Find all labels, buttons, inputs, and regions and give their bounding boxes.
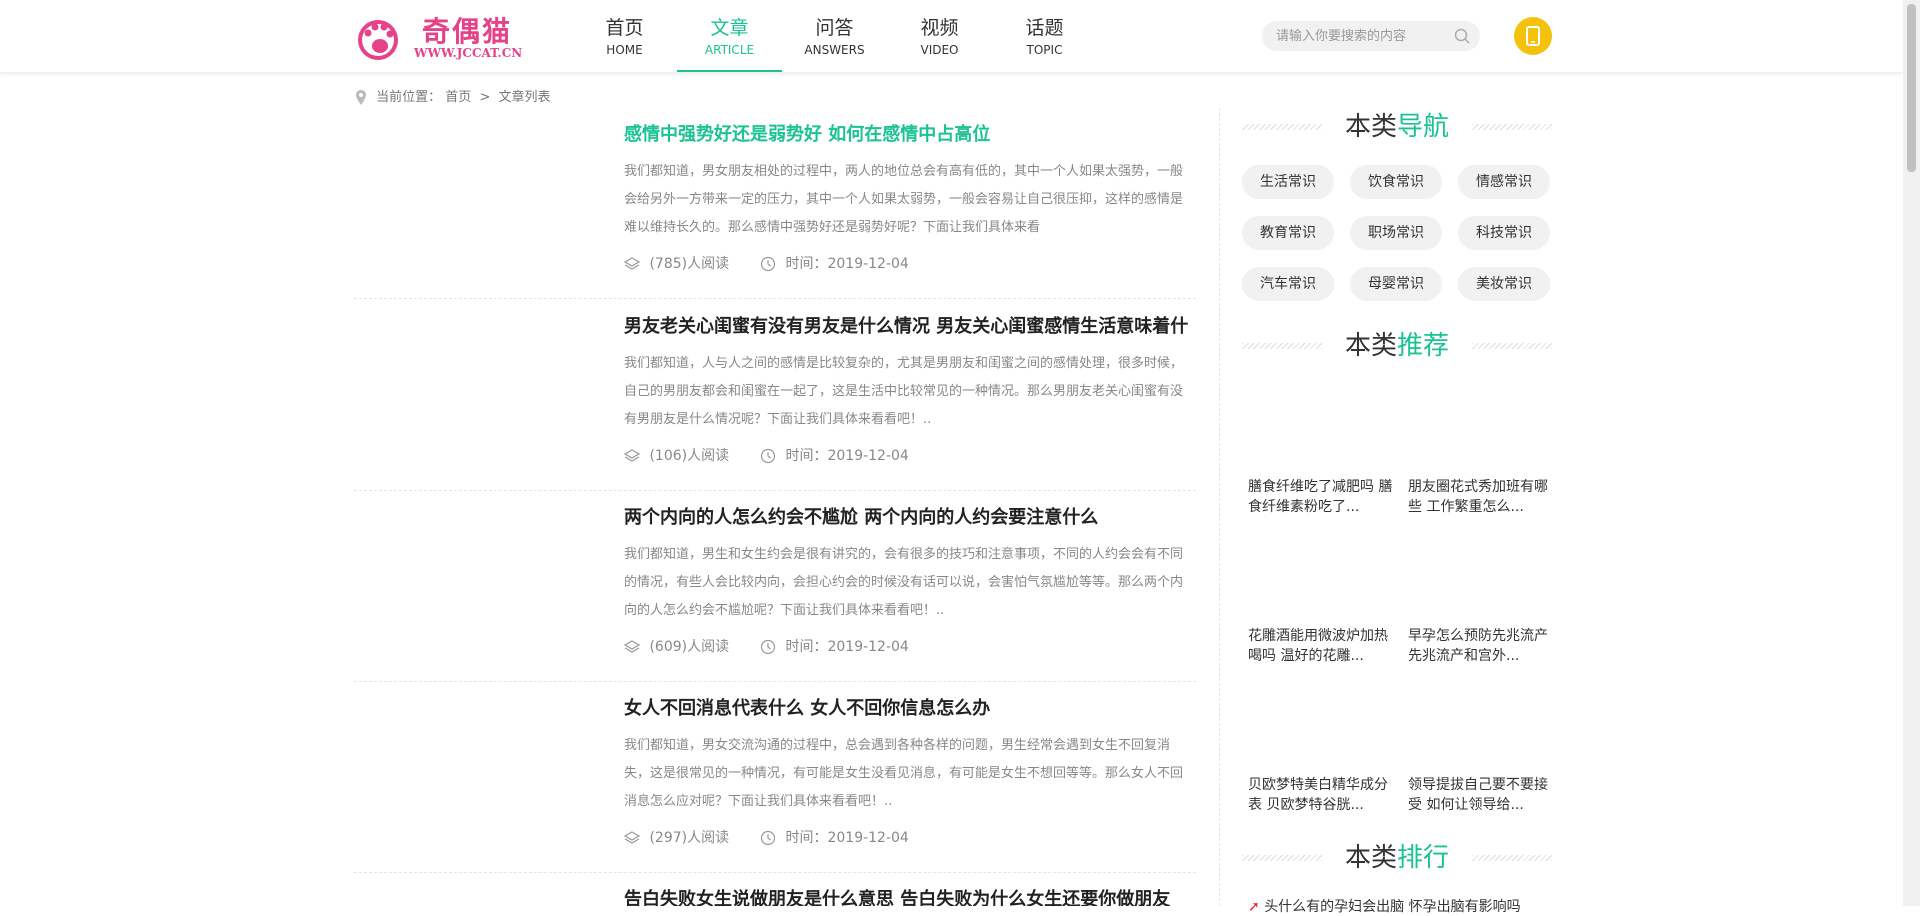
- site-header: 奇偶猫 WWW.JCCAT.CN 首页 HOME 文章 ARTICLE 问答 A…: [0, 0, 1902, 73]
- recommend-item-link[interactable]: 领导提拔自己要不要接受 如何让领导给...: [1408, 775, 1558, 815]
- recommend-item-link[interactable]: 膳食纤维吃了减肥吗 膳食纤维素粉吃了...: [1248, 477, 1398, 517]
- category-tag[interactable]: 汽车常识: [1242, 267, 1334, 301]
- breadcrumb-current: 文章列表: [498, 90, 551, 105]
- article-date: 时间：2019-12-04: [785, 830, 909, 846]
- article-read-count: (297)人阅读: [649, 830, 730, 846]
- article-title-link[interactable]: 告白失败女生说做朋友是什么意思 告白失败为什么女生还要你做朋友: [624, 887, 1194, 906]
- nav-home-sublabel: HOME: [606, 43, 643, 57]
- mobile-version-button[interactable]: [1514, 17, 1552, 55]
- article-title-link[interactable]: 女人不回消息代表什么 女人不回你信息怎么办: [624, 696, 1194, 722]
- nav-video-sublabel: VIDEO: [920, 43, 959, 57]
- heading-text: 本类: [1344, 843, 1397, 873]
- nav-article[interactable]: 文章 ARTICLE: [677, 0, 782, 72]
- page-scrollbar[interactable]: [1903, 0, 1920, 906]
- search-box: [1262, 21, 1480, 51]
- article-item: 感情中强势好还是弱势好 如何在感情中占高位 我们都知道，男女朋友相处的过程中，两…: [354, 122, 1196, 299]
- ranking-item-label: 头什么有的孕妇会出脑 怀孕出脑有影响吗: [1264, 899, 1521, 915]
- article-meta: (297)人阅读 时间：2019-12-04: [624, 828, 909, 848]
- sidebar-ranking-heading: 本类排行: [1242, 840, 1552, 876]
- breadcrumb: 当前位置： 首页 > 文章列表: [355, 88, 551, 108]
- scrollbar-thumb[interactable]: [1907, 4, 1916, 172]
- category-tag[interactable]: 美妆常识: [1458, 267, 1550, 301]
- nav-topic[interactable]: 话题 TOPIC: [992, 0, 1097, 72]
- nav-answers[interactable]: 问答 ANSWERS: [782, 0, 887, 72]
- heading-text: 本类: [1344, 112, 1397, 142]
- search-input[interactable]: [1276, 21, 1446, 51]
- category-tag[interactable]: 教育常识: [1242, 216, 1334, 250]
- nav-video[interactable]: 视频 VIDEO: [887, 0, 992, 72]
- clock-icon: [760, 256, 776, 272]
- article-item: 告白失败女生说做朋友是什么意思 告白失败为什么女生还要你做朋友: [354, 887, 1196, 906]
- location-pin-icon: [356, 90, 366, 105]
- article-title-link[interactable]: 两个内向的人怎么约会不尴尬 两个内向的人约会要注意什么: [624, 505, 1194, 531]
- article-summary: 我们都知道，男女交流沟通的过程中，总会遇到各种各样的问题，男生经常会遇到女生不回…: [624, 738, 1184, 809]
- logo-text: 奇偶猫: [422, 15, 513, 48]
- search-icon[interactable]: [1454, 28, 1470, 44]
- site-logo[interactable]: 奇偶猫 WWW.JCCAT.CN: [350, 8, 530, 64]
- layers-icon: [624, 257, 640, 270]
- category-tag[interactable]: 饮食常识: [1350, 165, 1442, 199]
- nav-home[interactable]: 首页 HOME: [572, 0, 677, 72]
- logo-url-text: WWW.JCCAT.CN: [414, 46, 523, 60]
- article-date: 时间：2019-12-04: [785, 448, 909, 464]
- phone-icon: [1526, 26, 1540, 46]
- nav-topic-sublabel: TOPIC: [1026, 43, 1063, 57]
- heading-highlight: 推荐: [1397, 331, 1450, 361]
- heading-highlight: 排行: [1397, 843, 1450, 873]
- article-meta: (609)人阅读 时间：2019-12-04: [624, 637, 909, 657]
- rank-arrow-icon: ➚: [1248, 899, 1260, 915]
- article-date: 时间：2019-12-04: [785, 256, 909, 272]
- nav-answers-label: 问答: [815, 17, 854, 39]
- column-divider: [1219, 108, 1220, 906]
- category-tag[interactable]: 职场常识: [1350, 216, 1442, 250]
- sidebar-recommend-heading: 本类推荐: [1242, 328, 1552, 364]
- nav-home-label: 首页: [605, 17, 644, 39]
- article-summary: 我们都知道，男女朋友相处的过程中，两人的地位总会有高有低的，其中一个人如果太强势…: [624, 164, 1184, 235]
- clock-icon: [760, 830, 776, 846]
- nav-topic-label: 话题: [1025, 17, 1064, 39]
- ranking-item-link[interactable]: ➚ 头什么有的孕妇会出脑 怀孕出脑有影响吗: [1248, 896, 1521, 916]
- recommend-item-link[interactable]: 贝欧梦特美白精华成分表 贝欧梦特谷胱...: [1248, 775, 1398, 815]
- category-tag[interactable]: 科技常识: [1458, 216, 1550, 250]
- heading-text: 本类: [1344, 331, 1397, 361]
- article-read-count: (785)人阅读: [649, 256, 730, 272]
- breadcrumb-home-link[interactable]: 首页: [445, 90, 471, 105]
- heading-highlight: 导航: [1397, 112, 1450, 142]
- article-summary: 我们都知道，男生和女生约会是很有讲究的，会有很多的技巧和注意事项，不同的人约会会…: [624, 547, 1184, 618]
- layers-icon: [624, 831, 640, 844]
- category-tag[interactable]: 母婴常识: [1350, 267, 1442, 301]
- sidebar-nav-heading: 本类导航: [1242, 109, 1552, 145]
- nav-article-sublabel: ARTICLE: [704, 43, 755, 57]
- article-title-link[interactable]: 感情中强势好还是弱势好 如何在感情中占高位: [624, 122, 1194, 148]
- article-title-link[interactable]: 男友老关心闺蜜有没有男友是什么情况 男友关心闺蜜感情生活意味着什: [624, 314, 1194, 340]
- article-read-count: (609)人阅读: [649, 639, 730, 655]
- category-tag[interactable]: 生活常识: [1242, 165, 1334, 199]
- layers-icon: [624, 640, 640, 653]
- layers-icon: [624, 449, 640, 462]
- recommend-item-link[interactable]: 花雕酒能用微波炉加热喝吗 温好的花雕...: [1248, 626, 1398, 666]
- nav-article-label: 文章: [710, 17, 749, 39]
- breadcrumb-label: 当前位置：: [376, 90, 442, 105]
- main-nav: 首页 HOME 文章 ARTICLE 问答 ANSWERS 视频 VIDEO 话…: [572, 0, 1097, 72]
- article-item: 女人不回消息代表什么 女人不回你信息怎么办 我们都知道，男女交流沟通的过程中，总…: [354, 696, 1196, 873]
- nav-answers-sublabel: ANSWERS: [804, 43, 865, 57]
- article-read-count: (106)人阅读: [649, 448, 730, 464]
- article-item: 两个内向的人怎么约会不尴尬 两个内向的人约会要注意什么 我们都知道，男生和女生约…: [354, 505, 1196, 682]
- nav-video-label: 视频: [920, 17, 959, 39]
- clock-icon: [760, 639, 776, 655]
- category-tag[interactable]: 情感常识: [1458, 165, 1550, 199]
- article-item: 男友老关心闺蜜有没有男友是什么情况 男友关心闺蜜感情生活意味着什 我们都知道，人…: [354, 314, 1196, 491]
- clock-icon: [760, 448, 776, 464]
- article-summary: 我们都知道，人与人之间的感情是比较复杂的，尤其是男朋友和闺蜜之间的感情处理，很多…: [624, 356, 1184, 427]
- recommend-item-link[interactable]: 早孕怎么预防先兆流产 先兆流产和宫外...: [1408, 626, 1558, 666]
- recommend-item-link[interactable]: 朋友圈花式秀加班有哪些 工作繁重怎么...: [1408, 477, 1558, 517]
- article-meta: (106)人阅读 时间：2019-12-04: [624, 446, 909, 466]
- article-meta: (785)人阅读 时间：2019-12-04: [624, 254, 909, 274]
- breadcrumb-separator: >: [479, 90, 491, 105]
- article-date: 时间：2019-12-04: [785, 639, 909, 655]
